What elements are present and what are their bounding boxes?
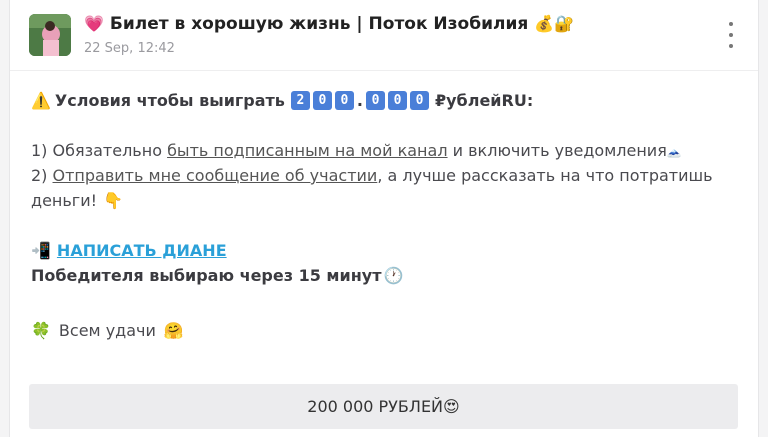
keycap-digit: 2 [290,91,310,110]
condition-1-suffix: и включить уведомления [447,141,667,160]
condition-2-line2: деньги! [31,191,98,210]
prize-separator: . [356,91,363,110]
keycap-digit: 0 [334,91,354,110]
condition-2-prefix: 2) [31,166,53,185]
condition-2-suffix: , а лучше рассказать на что потратишь [377,166,713,185]
hug-icon: 🤗 [163,320,184,340]
luck-text: Всем удачи [58,321,156,340]
heart-icon: 💗 [84,14,104,33]
page: 💗 Билет в хорошую жизнь | Поток Изобилия… [0,0,768,437]
subscribe-link[interactable]: быть подписанным на мой канал [167,138,447,163]
luck-line: 🍀 Всем удачи 🤗 [31,318,738,343]
keycap-digit: 0 [365,91,385,110]
winner-text: Победителя выбираю через 15 минут [31,266,382,285]
winner-line: Победителя выбираю через 15 минут 🕐 [31,263,738,288]
keycap-digit: 0 [312,91,332,110]
condition-1-prefix: 1) Обязательно [31,141,168,160]
condition-2: 2) Отправить мне сообщение об участии , … [31,163,738,188]
money-bag-lock-icon: 💰🔐 [534,14,575,33]
prize-line-text: Условия чтобы выиграть [54,91,285,110]
condition-2-continued: деньги! 👇 [31,188,738,213]
inline-button-label: 200 000 РУБЛЕЙ [307,397,444,416]
post-card: 💗 Билет в хорошую жизнь | Поток Изобилия… [9,0,759,437]
dot-icon [729,44,733,48]
keycap-digit: 0 [387,91,407,110]
prize-line: ⚠️ Условия чтобы выиграть 2 0 0 . 0 0 0 … [31,88,738,113]
clock-icon: 🕐 [383,265,404,285]
write-line: 📲 НАПИСАТЬ ДИАНЕ [31,238,738,263]
post-header: 💗 Билет в хорошую жизнь | Поток Изобилия… [10,0,758,71]
inline-button-prize[interactable]: 200 000 РУБЛЕЙ 😍 [29,384,738,429]
channel-title-text: Билет в хорошую жизнь | Поток Изобилия [109,14,529,34]
dot-icon [729,22,733,26]
avatar[interactable] [29,14,71,56]
prize-currency: ₽ублейRU: [434,91,534,110]
heart-eyes-icon: 😍 [443,396,460,416]
clover-icon: 🍀 [31,320,51,340]
write-diana-link[interactable]: НАПИСАТЬ ДИАНЕ [57,238,227,263]
phone-icon: 📲 [31,240,51,260]
send-message-link[interactable]: Отправить мне сообщение об участии [53,163,378,188]
dot-icon [729,33,733,37]
post-date: 22 Sep, 12:42 [84,41,175,56]
post-body: ⚠️ Условия чтобы выиграть 2 0 0 . 0 0 0 … [31,88,738,343]
warning-icon: ⚠️ [31,90,51,110]
more-options-button[interactable] [724,22,738,48]
point-down-icon: 👇 [103,190,123,210]
condition-1: 1) Обязательно быть подписанным на мой к… [31,138,738,163]
keycap-digit: 0 [409,91,429,110]
mountain-icon: 🗻 [666,143,682,158]
channel-title[interactable]: 💗 Билет в хорошую жизнь | Поток Изобилия… [84,14,574,34]
avatar-image [29,14,71,56]
